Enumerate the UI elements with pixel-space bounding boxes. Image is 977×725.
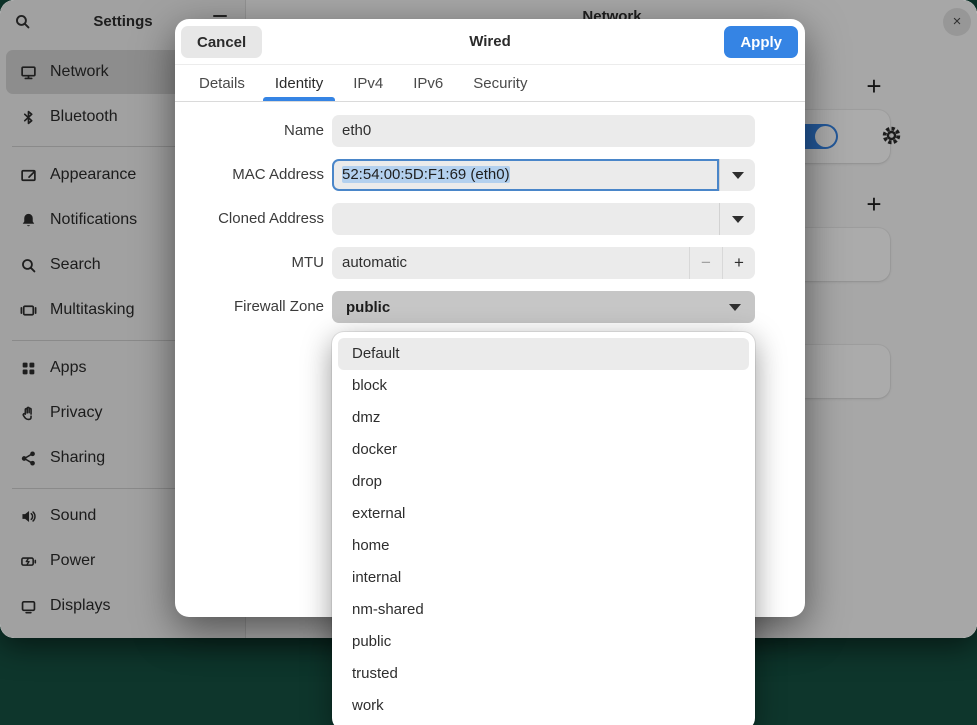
firewall-zone-popover: Default block dmz docker drop external h… <box>332 332 755 725</box>
firewall-zone-value: public <box>346 299 729 316</box>
firewall-zone-field: public <box>332 291 755 323</box>
zone-option-home[interactable]: home <box>338 530 749 562</box>
name-label: Name <box>175 115 324 147</box>
dialog-headerbar: Wired Cancel Apply <box>175 19 805 65</box>
mtu-decrement-button[interactable]: − <box>690 247 722 279</box>
zone-option-work[interactable]: work <box>338 690 749 722</box>
mtu-label: MTU <box>175 247 324 279</box>
cloned-address-label: Cloned Address <box>175 203 324 235</box>
tab-security[interactable]: Security <box>461 66 539 101</box>
dialog-title: Wired <box>175 19 805 65</box>
cancel-button[interactable]: Cancel <box>181 26 262 58</box>
dropdown-arrow-icon <box>732 172 744 179</box>
firewall-zone-dropdown-button[interactable]: public <box>332 291 755 323</box>
zone-option-trusted[interactable]: trusted <box>338 658 749 690</box>
mtu-field: automatic − + <box>332 247 755 279</box>
mtu-value[interactable]: automatic <box>332 247 689 279</box>
zone-option-dmz[interactable]: dmz <box>338 402 749 434</box>
tab-identity[interactable]: Identity <box>263 66 335 101</box>
dropdown-arrow-icon <box>729 304 741 311</box>
zone-option-external[interactable]: external <box>338 498 749 530</box>
dialog-tabbar: Details Identity IPv4 IPv6 Security <box>175 66 805 102</box>
tab-details[interactable]: Details <box>187 66 257 101</box>
zone-option-docker[interactable]: docker <box>338 434 749 466</box>
desktop: Settings Network Bluetooth <box>0 0 977 725</box>
name-field[interactable]: eth0 <box>332 115 755 147</box>
selected-text: 52:54:00:5D:F1:69 (eth0) <box>342 166 510 183</box>
zone-option-drop[interactable]: drop <box>338 466 749 498</box>
tab-ipv4[interactable]: IPv4 <box>341 66 395 101</box>
zone-option-internal[interactable]: internal <box>338 562 749 594</box>
name-entry[interactable]: eth0 <box>332 115 755 147</box>
zone-option-default[interactable]: Default <box>338 338 749 370</box>
mac-address-label: MAC Address <box>175 159 324 191</box>
dropdown-arrow-icon <box>732 216 744 223</box>
cloned-address-field <box>332 203 755 235</box>
cloned-address-dropdown-button[interactable] <box>719 203 755 235</box>
mac-address-field: 52:54:00:5D:F1:69 (eth0) <box>332 159 755 191</box>
firewall-zone-label: Firewall Zone <box>175 291 324 323</box>
apply-button[interactable]: Apply <box>724 26 798 58</box>
mac-address-dropdown-button[interactable] <box>719 159 755 191</box>
zone-option-public[interactable]: public <box>338 626 749 658</box>
zone-option-block[interactable]: block <box>338 370 749 402</box>
zone-option-nm-shared[interactable]: nm-shared <box>338 594 749 626</box>
tab-ipv6[interactable]: IPv6 <box>401 66 455 101</box>
cloned-address-entry[interactable] <box>332 203 719 235</box>
mac-address-entry[interactable]: 52:54:00:5D:F1:69 (eth0) <box>332 159 719 191</box>
mtu-increment-button[interactable]: + <box>723 247 755 279</box>
